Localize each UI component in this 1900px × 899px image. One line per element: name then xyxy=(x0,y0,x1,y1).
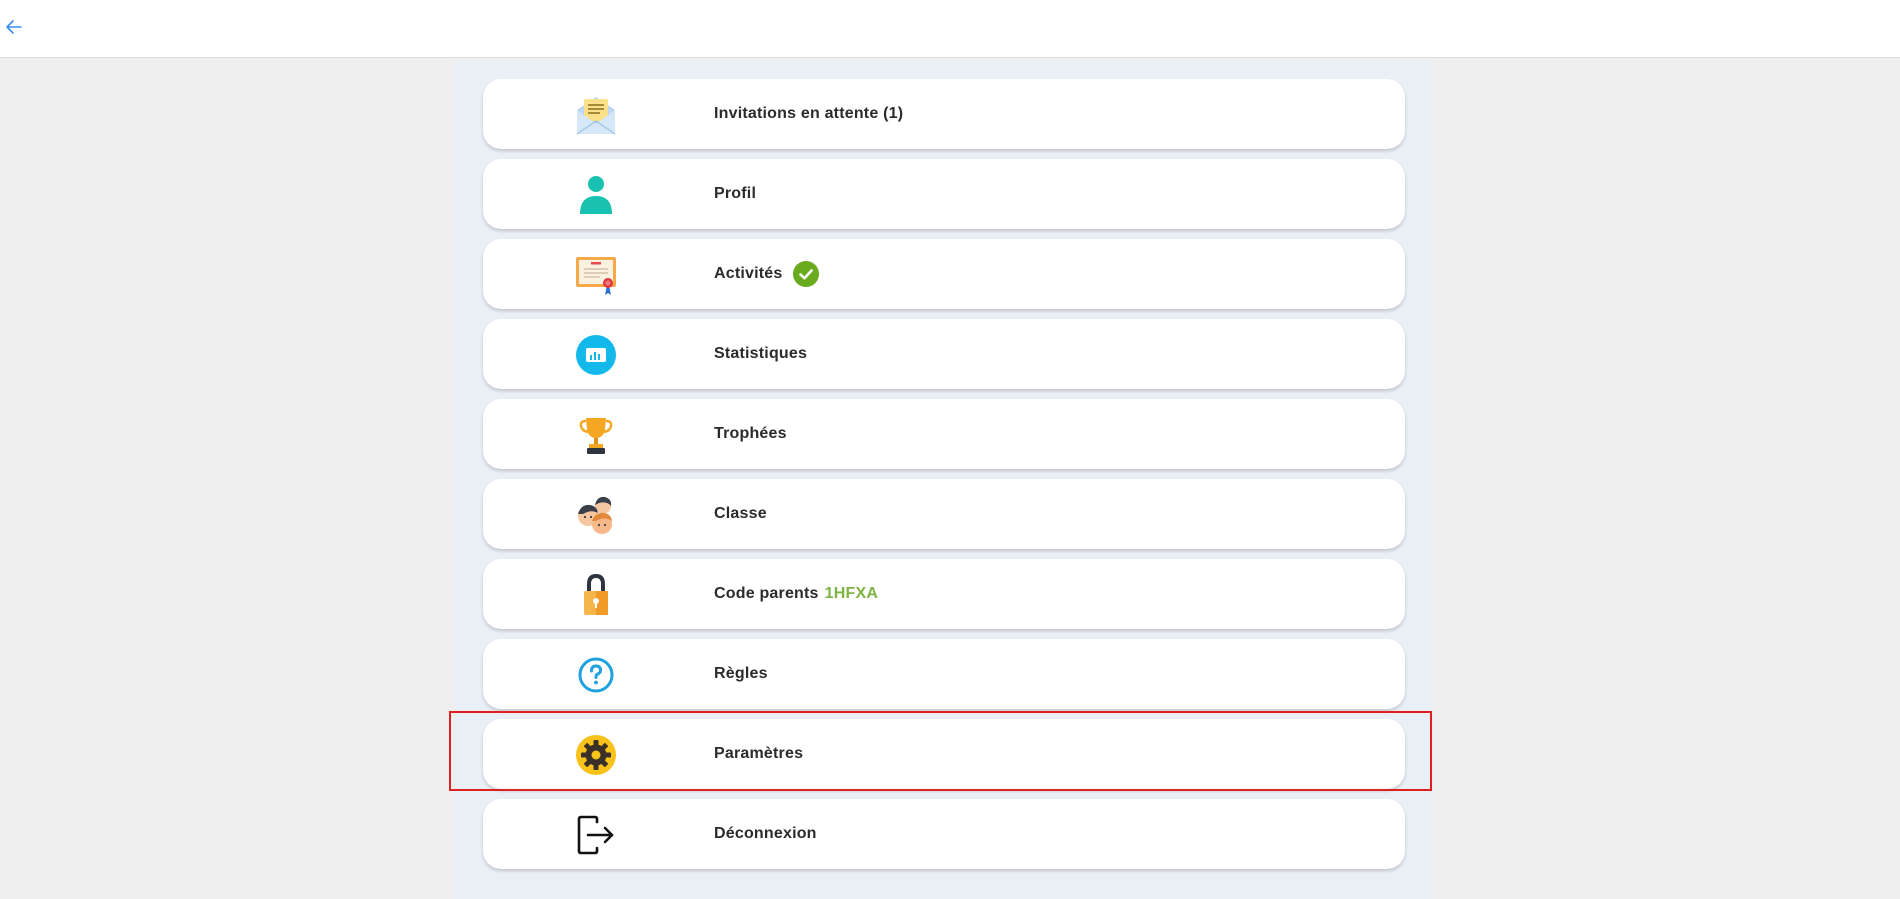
settings-gear-icon xyxy=(575,734,617,776)
menu-item-classe[interactable]: Classe xyxy=(483,479,1405,549)
help-question-icon xyxy=(575,654,617,696)
menu-item-label: Profil xyxy=(714,185,757,202)
trophy-icon xyxy=(575,414,617,456)
menu-item-parametres[interactable]: Paramètres xyxy=(483,719,1405,789)
menu-item-label: Invitations en attente (1) xyxy=(714,105,904,122)
menu-item-statistiques[interactable]: Statistiques xyxy=(483,319,1405,389)
menu-item-activites[interactable]: Activités xyxy=(483,239,1405,309)
certificate-icon xyxy=(575,254,617,296)
logout-icon xyxy=(575,814,617,856)
menu-item-regles[interactable]: Règles xyxy=(483,639,1405,709)
menu-item-label: Trophées xyxy=(714,425,787,442)
menu-item-label: Statistiques xyxy=(714,345,808,362)
menu-item-label: Classe xyxy=(714,505,767,522)
menu-item-code-parents[interactable]: Code parents 1HFXA xyxy=(483,559,1405,629)
arrow-left-icon xyxy=(6,20,22,34)
check-circle-icon xyxy=(792,261,819,287)
menu-item-deconnexion[interactable]: Déconnexion xyxy=(483,799,1405,869)
parent-code: 1HFXA xyxy=(824,585,879,602)
statistics-chart-icon xyxy=(575,334,617,376)
padlock-icon xyxy=(575,574,617,616)
menu-item-label: Paramètres xyxy=(714,745,804,762)
envelope-letter-icon xyxy=(575,94,617,136)
menu-item-label-text: Code parents xyxy=(714,585,819,602)
menu-item-label-text: Activités xyxy=(714,265,783,282)
classmates-icon xyxy=(575,494,617,536)
back-button[interactable] xyxy=(2,15,26,39)
menu-item-trophees[interactable]: Trophées xyxy=(483,399,1405,469)
menu-item-label: Code parents 1HFXA xyxy=(714,559,878,629)
menu-item-label: Activités xyxy=(714,239,819,309)
menu-item-profil[interactable]: Profil xyxy=(483,159,1405,229)
menu-item-label: Déconnexion xyxy=(714,825,817,842)
user-profile-icon xyxy=(575,174,617,216)
menu-item-label: Règles xyxy=(714,665,768,682)
top-bar xyxy=(0,0,1900,58)
menu-item-invitations[interactable]: Invitations en attente (1) xyxy=(483,79,1405,149)
